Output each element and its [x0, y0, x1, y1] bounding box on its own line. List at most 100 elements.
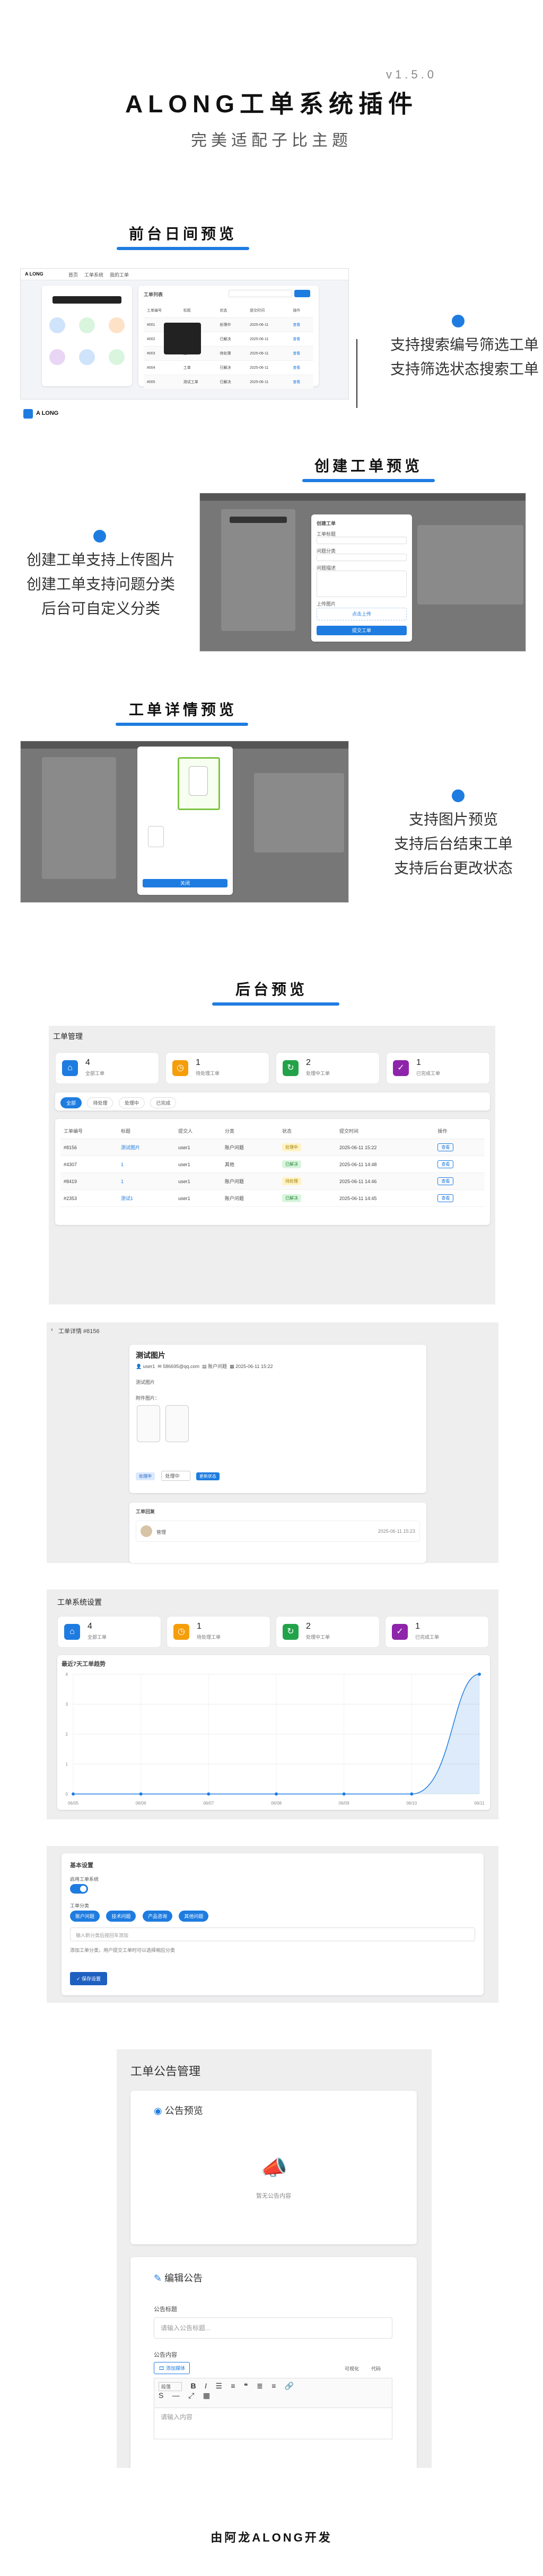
- title-input[interactable]: [317, 537, 407, 544]
- shot-user-card: [42, 286, 132, 386]
- enable-toggle[interactable]: [70, 1884, 88, 1894]
- shot-tab-mine[interactable]: 我的工单: [110, 271, 129, 278]
- update-status-button[interactable]: 更新状态: [196, 1472, 220, 1480]
- add-media-button[interactable]: 🎞 添加媒体: [154, 2362, 190, 2374]
- shot-search-input[interactable]: [229, 290, 292, 297]
- view-button[interactable]: 查看: [437, 1194, 454, 1202]
- filter-pending[interactable]: 待处理: [87, 1097, 113, 1108]
- quote-icon[interactable]: ❝: [244, 2382, 248, 2391]
- feature-item: 支持后台结束工单: [393, 836, 513, 852]
- format-select[interactable]: 段落: [159, 2382, 182, 2391]
- table-row: #005 测试工单 已解决 2025-06-11 查看: [144, 375, 313, 389]
- stat-card-total: ⌂ 4 全部工单: [57, 1616, 161, 1648]
- category-tag[interactable]: 产品咨询: [142, 1911, 172, 1922]
- tab-code[interactable]: 代码: [371, 2365, 381, 2372]
- pencil-icon: ✎: [154, 2273, 162, 2284]
- stat-num: 1: [416, 1058, 421, 1067]
- hr-icon[interactable]: —: [172, 2391, 180, 2400]
- align-center-icon[interactable]: ≡: [272, 2382, 276, 2390]
- shot-icon-1: [49, 317, 65, 333]
- trend-chart-card: 最近7天工单趋势 0 1 2 3 4 06/05 06/06 06/07 06/08 06/09 0…: [57, 1655, 490, 1810]
- link-icon[interactable]: 🔗: [285, 2382, 294, 2391]
- preview-title: ◉ 公告预览: [154, 2106, 203, 2116]
- attachment-image[interactable]: [165, 1405, 189, 1442]
- reply-item: 管理 2025-06-11 15:23: [136, 1521, 420, 1542]
- italic-icon[interactable]: I: [205, 2382, 207, 2390]
- tab-visual[interactable]: 可视化: [345, 2365, 359, 2372]
- view-button[interactable]: 查看: [437, 1143, 454, 1151]
- notice-title-input[interactable]: 请输入公告标题...: [154, 2317, 392, 2339]
- ticket-title-link[interactable]: 1: [118, 1172, 176, 1190]
- detail-screenshot: 关闭: [20, 741, 349, 903]
- image-preview[interactable]: [178, 757, 220, 810]
- version-label: v1.5.0: [386, 68, 437, 81]
- check-icon: ✓: [392, 1624, 408, 1640]
- filter-processing[interactable]: 处理中: [118, 1097, 145, 1108]
- divider: [356, 339, 357, 408]
- category-label: 工单分类: [70, 1903, 90, 1908]
- category-tag[interactable]: 账户问题: [70, 1911, 100, 1922]
- category-select[interactable]: [317, 554, 407, 561]
- status-select[interactable]: 处理中: [161, 1471, 191, 1481]
- category-tag[interactable]: 技术问题: [106, 1911, 136, 1922]
- thumbnail-image[interactable]: [148, 826, 164, 847]
- feature-item: 支持筛选状态搜索工单: [390, 361, 539, 377]
- new-category-input[interactable]: 输入新分类后按回车添加: [70, 1927, 475, 1941]
- ticket-title-link[interactable]: 测试1: [118, 1189, 176, 1207]
- megaphone-icon: 📣: [261, 2156, 287, 2180]
- filter-all[interactable]: 全部: [60, 1097, 82, 1108]
- modal-title: 创建工单: [317, 521, 336, 526]
- folder-icon: ▤: [202, 1364, 207, 1369]
- images-label: 附件图片：: [136, 1396, 160, 1401]
- close-button[interactable]: 关闭: [143, 879, 227, 887]
- th-cat: 分类: [221, 1123, 279, 1139]
- toolbar-toggle-icon[interactable]: ▦: [203, 2391, 210, 2400]
- filter-done[interactable]: 已完成: [150, 1097, 177, 1108]
- feature-item: 创建工单支持上传图片: [26, 552, 175, 568]
- fullscreen-icon[interactable]: ⤢: [188, 2391, 194, 2400]
- stat-num: 2: [306, 1622, 311, 1631]
- view-button[interactable]: 查看: [437, 1177, 454, 1185]
- view-button[interactable]: 查看: [437, 1160, 454, 1168]
- notice-content-editor[interactable]: 请输入内容: [154, 2408, 392, 2439]
- table-row: #004 工单 已解决 2025-06-11 查看: [144, 360, 313, 375]
- ordered-list-icon[interactable]: ≡: [231, 2382, 235, 2390]
- mail-icon: ✉: [157, 1364, 162, 1369]
- stat-label: 待处理工单: [196, 1071, 220, 1076]
- shot-search-button[interactable]: [294, 290, 310, 297]
- th-title: 标题: [118, 1123, 176, 1139]
- shot-th: 标题: [180, 304, 217, 318]
- shot-user-card: [42, 757, 116, 879]
- user-icon: 👤: [136, 1364, 142, 1369]
- ticket-title-link[interactable]: 1: [118, 1156, 176, 1173]
- stat-num: 2: [306, 1058, 311, 1067]
- stat-card-done: ✓ 1 已完成工单: [385, 1616, 489, 1648]
- ticket-title-link[interactable]: 测试图片: [118, 1139, 176, 1156]
- attachment-image[interactable]: [137, 1405, 160, 1442]
- bold-icon[interactable]: B: [190, 2382, 196, 2390]
- align-left-icon[interactable]: ≣: [257, 2382, 263, 2391]
- category-tag[interactable]: 其他问题: [179, 1911, 209, 1922]
- section-underline: [212, 1002, 339, 1006]
- shot-tab-home[interactable]: 首页: [68, 271, 78, 278]
- stat-card-processing: ↻ 2 处理中工单: [276, 1616, 380, 1648]
- strikethrough-icon[interactable]: S: [159, 2391, 163, 2400]
- back-arrow-icon[interactable]: ‹: [51, 1327, 53, 1333]
- shot-icon-2: [79, 317, 95, 333]
- bullet-dot: [452, 789, 465, 802]
- save-settings-button[interactable]: ✓ 保存设置: [70, 1972, 108, 1985]
- y-tick-label: 1: [66, 1762, 68, 1767]
- page: v1.5.0 ALONG工单系统插件 完美适配子比主题 前台日间预览 A LON…: [0, 0, 543, 2576]
- upload-button[interactable]: 点击上传: [317, 608, 407, 620]
- admin-detail-panel: ‹ 工单详情 #8156 测试图片 👤 user1 ✉ 586695@qq.co…: [47, 1322, 498, 1563]
- description-textarea[interactable]: [317, 571, 407, 597]
- shot-tab-ticket[interactable]: 工单系统: [84, 271, 103, 278]
- shot-icon-6: [109, 349, 125, 365]
- th-id: 工单编号: [60, 1123, 118, 1139]
- submit-ticket-button[interactable]: 提交工单: [317, 626, 407, 635]
- status-badge: 待处理: [282, 1177, 301, 1185]
- shot-tooltip-dark: [164, 323, 201, 354]
- shot-user-card: [221, 509, 295, 631]
- list-icon[interactable]: ☰: [215, 2382, 222, 2391]
- y-tick-label: 2: [66, 1732, 68, 1737]
